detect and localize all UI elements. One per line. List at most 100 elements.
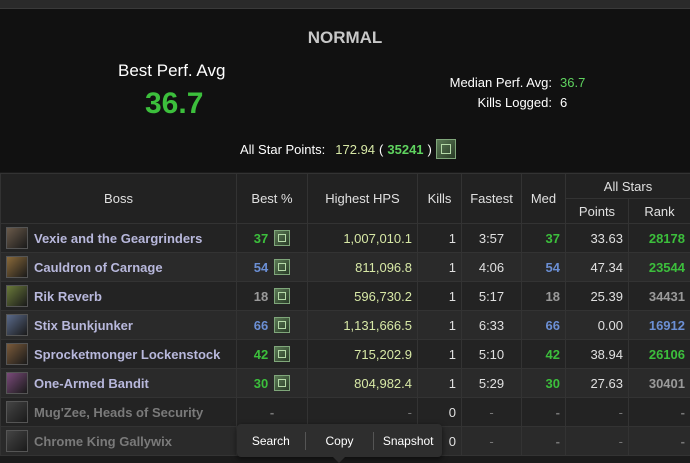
fastest-cell: 6:33 bbox=[462, 311, 522, 340]
med-cell: 54 bbox=[522, 253, 566, 282]
table-row[interactable]: Cauldron of Carnage54811,096.814:065447.… bbox=[1, 253, 690, 282]
boss-name-link[interactable]: Vexie and the Geargrinders bbox=[34, 231, 202, 246]
item-link-icon[interactable] bbox=[274, 346, 290, 362]
item-link-icon[interactable] bbox=[274, 230, 290, 246]
selection-toolbar: Search Copy Snapshot bbox=[237, 424, 442, 457]
med-cell: 42 bbox=[522, 340, 566, 369]
hps-cell: - bbox=[308, 398, 418, 427]
rank-cell: 23544 bbox=[629, 253, 690, 282]
kills-cell: 1 bbox=[418, 340, 462, 369]
toolbar-pointer bbox=[333, 457, 345, 463]
boss-name-link[interactable]: Cauldron of Carnage bbox=[34, 260, 163, 275]
best-cell: 66 bbox=[237, 311, 308, 340]
median-perf-label: Median Perf. Avg: bbox=[450, 75, 552, 90]
boss-cell[interactable]: Mug'Zee, Heads of Security bbox=[1, 398, 237, 427]
rank-cell: 30401 bbox=[629, 369, 690, 398]
best-perf-label: Best Perf. Avg bbox=[118, 61, 225, 81]
best-cell: 54 bbox=[237, 253, 308, 282]
hps-header[interactable]: Highest HPS bbox=[308, 174, 418, 224]
kills-header[interactable]: Kills bbox=[418, 174, 462, 224]
item-link-icon[interactable] bbox=[274, 259, 290, 275]
best-percent: 66 bbox=[254, 318, 268, 333]
top-bar bbox=[0, 0, 690, 9]
rank-cell: - bbox=[629, 427, 690, 456]
hps-cell: 1,007,010.1 bbox=[308, 224, 418, 253]
best-header[interactable]: Best % bbox=[237, 174, 308, 224]
best-percent: 42 bbox=[254, 347, 268, 362]
table-row[interactable]: One-Armed Bandit30804,982.415:293027.633… bbox=[1, 369, 690, 398]
rank-cell: 34431 bbox=[629, 282, 690, 311]
med-cell: 66 bbox=[522, 311, 566, 340]
boss-portrait-icon bbox=[6, 430, 28, 452]
kills-cell: 0 bbox=[418, 398, 462, 427]
kills-logged-value: 6 bbox=[560, 95, 567, 110]
all-star-points-value: 172.94 bbox=[335, 142, 375, 157]
best-cell: 30 bbox=[237, 369, 308, 398]
boss-portrait-icon bbox=[6, 314, 28, 336]
boss-cell[interactable]: Stix Bunkjunker bbox=[1, 311, 237, 340]
points-cell: - bbox=[566, 398, 629, 427]
fastest-cell: 5:10 bbox=[462, 340, 522, 369]
boss-name-link[interactable]: Stix Bunkjunker bbox=[34, 318, 133, 333]
boss-name-link[interactable]: Mug'Zee, Heads of Security bbox=[34, 405, 203, 420]
median-perf-value: 36.7 bbox=[560, 75, 585, 90]
summary-panel: NORMAL Best Perf. Avg 36.7 Median Perf. … bbox=[0, 9, 690, 172]
rank-header[interactable]: Rank bbox=[629, 199, 690, 224]
kills-cell: 1 bbox=[418, 369, 462, 398]
hps-cell: 715,202.9 bbox=[308, 340, 418, 369]
hps-cell: 804,982.4 bbox=[308, 369, 418, 398]
boss-cell[interactable]: Vexie and the Geargrinders bbox=[1, 224, 237, 253]
table-row[interactable]: Mug'Zee, Heads of Security--0---- bbox=[1, 398, 690, 427]
fastest-cell: 4:06 bbox=[462, 253, 522, 282]
snapshot-button[interactable]: Snapshot bbox=[374, 434, 442, 448]
boss-portrait-icon bbox=[6, 285, 28, 307]
boss-cell[interactable]: Cauldron of Carnage bbox=[1, 253, 237, 282]
table-row[interactable]: Rik Reverb18596,730.215:171825.3934431 bbox=[1, 282, 690, 311]
points-header[interactable]: Points bbox=[566, 199, 629, 224]
all-star-points: All Star Points: 172.94(35241) bbox=[240, 139, 456, 159]
fastest-header[interactable]: Fastest bbox=[462, 174, 522, 224]
table-row[interactable]: Sprocketmonger Lockenstock 42 715,202.915:… bbox=[1, 340, 690, 369]
boss-name-link[interactable]: Sprocketmonger Lockenstock bbox=[34, 347, 220, 362]
boss-cell[interactable]: One-Armed Bandit bbox=[1, 369, 237, 398]
item-link-icon[interactable] bbox=[436, 139, 456, 159]
difficulty-title: NORMAL bbox=[0, 28, 690, 48]
table-row[interactable]: Stix Bunkjunker661,131,666.516:33660.001… bbox=[1, 311, 690, 340]
points-cell: 0.00 bbox=[566, 311, 629, 340]
table-row[interactable]: Vexie and the Geargrinders371,007,010.11… bbox=[1, 224, 690, 253]
boss-name-link[interactable]: Chrome King Gallywix bbox=[34, 434, 172, 449]
item-link-icon[interactable] bbox=[274, 288, 290, 304]
kills-cell: 1 bbox=[418, 311, 462, 340]
best-cell: 18 bbox=[237, 282, 308, 311]
copy-button[interactable]: Copy bbox=[306, 434, 374, 448]
med-header[interactable]: Med bbox=[522, 174, 566, 224]
boss-cell[interactable]: Sprocketmonger Lockenstock bbox=[1, 340, 237, 369]
med-cell: 18 bbox=[522, 282, 566, 311]
med-cell: 30 bbox=[522, 369, 566, 398]
boss-portrait-icon bbox=[6, 401, 28, 423]
boss-portrait-icon bbox=[6, 227, 28, 249]
boss-name-link[interactable]: One-Armed Bandit bbox=[34, 376, 149, 391]
boss-cell[interactable]: Chrome King Gallywix bbox=[1, 427, 237, 456]
boss-cell[interactable]: Rik Reverb bbox=[1, 282, 237, 311]
boss-portrait-icon bbox=[6, 343, 28, 365]
all-star-rank: 35241 bbox=[387, 142, 423, 157]
points-cell: 25.39 bbox=[566, 282, 629, 311]
best-cell: 42 bbox=[237, 340, 308, 369]
boss-header[interactable]: Boss bbox=[1, 174, 237, 224]
item-link-icon[interactable] bbox=[274, 317, 290, 333]
med-cell: 37 bbox=[522, 224, 566, 253]
best-percent: 18 bbox=[254, 289, 268, 304]
boss-name-link[interactable]: Rik Reverb bbox=[34, 289, 102, 304]
hps-cell: 811,096.8 bbox=[308, 253, 418, 282]
best-cell: 37 bbox=[237, 224, 308, 253]
rank-cell: - bbox=[629, 398, 690, 427]
kills-cell: 1 bbox=[418, 282, 462, 311]
fastest-cell: - bbox=[462, 427, 522, 456]
best-percent: 30 bbox=[254, 376, 268, 391]
item-link-icon[interactable] bbox=[274, 375, 290, 391]
points-cell: 33.63 bbox=[566, 224, 629, 253]
best-percent: 54 bbox=[254, 260, 268, 275]
kills-logged-label: Kills Logged: bbox=[478, 95, 552, 110]
search-button[interactable]: Search bbox=[237, 434, 305, 448]
